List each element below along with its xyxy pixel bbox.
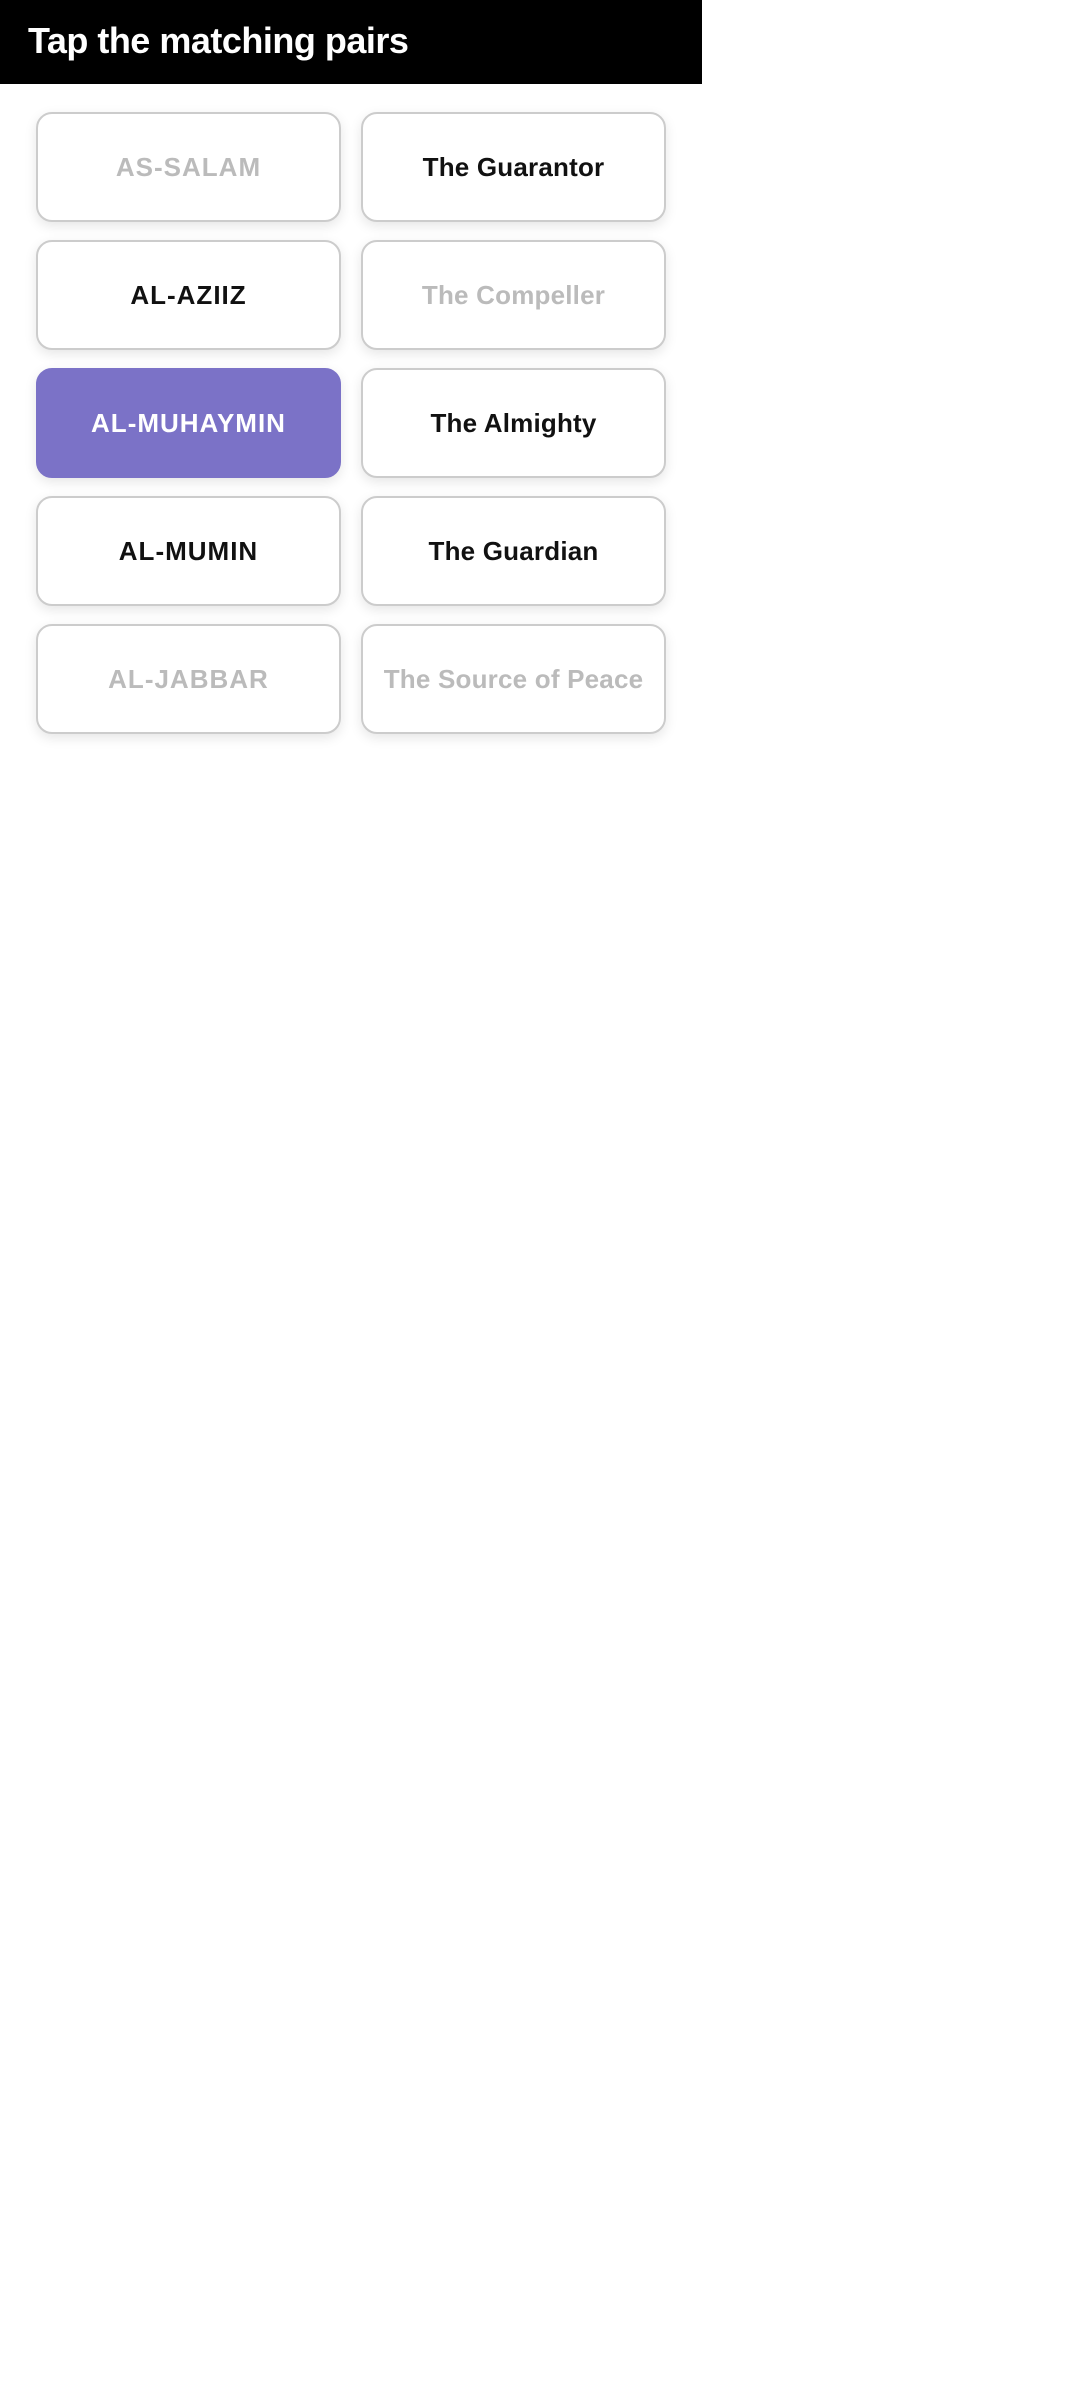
pair-row-0: AS-SALAM The Guarantor [36,112,666,222]
pair-row-2: AL-MUHAYMIN The Almighty [36,368,666,478]
pair-row-3: AL-MUMIN The Guardian [36,496,666,606]
right-tile-text-3: The Guardian [429,536,599,567]
left-tile-text-0: AS-SALAM [116,152,261,183]
pair-row-1: AL-AZIIZ The Compeller [36,240,666,350]
right-tile-text-4: The Source of Peace [384,664,644,695]
pair-row-4: AL-JABBAR The Source of Peace [36,624,666,734]
left-tile-0[interactable]: AS-SALAM [36,112,341,222]
right-tile-1[interactable]: The Compeller [361,240,666,350]
left-tile-2[interactable]: AL-MUHAYMIN [36,368,341,478]
header: Tap the matching pairs [0,0,702,84]
right-tile-text-0: The Guarantor [423,152,605,183]
right-tile-text-1: The Compeller [422,280,605,311]
right-tile-2[interactable]: The Almighty [361,368,666,478]
right-tile-3[interactable]: The Guardian [361,496,666,606]
right-tile-text-2: The Almighty [430,408,596,439]
right-tile-4[interactable]: The Source of Peace [361,624,666,734]
left-tile-3[interactable]: AL-MUMIN [36,496,341,606]
left-tile-text-4: AL-JABBAR [108,664,269,695]
left-tile-text-3: AL-MUMIN [119,536,258,567]
left-tile-1[interactable]: AL-AZIIZ [36,240,341,350]
right-tile-0[interactable]: The Guarantor [361,112,666,222]
left-tile-text-1: AL-AZIIZ [130,280,246,311]
left-tile-4[interactable]: AL-JABBAR [36,624,341,734]
header-title: Tap the matching pairs [28,20,408,61]
left-tile-text-2: AL-MUHAYMIN [91,408,286,439]
game-area: AS-SALAM The Guarantor AL-AZIIZ The Compell… [0,84,702,762]
